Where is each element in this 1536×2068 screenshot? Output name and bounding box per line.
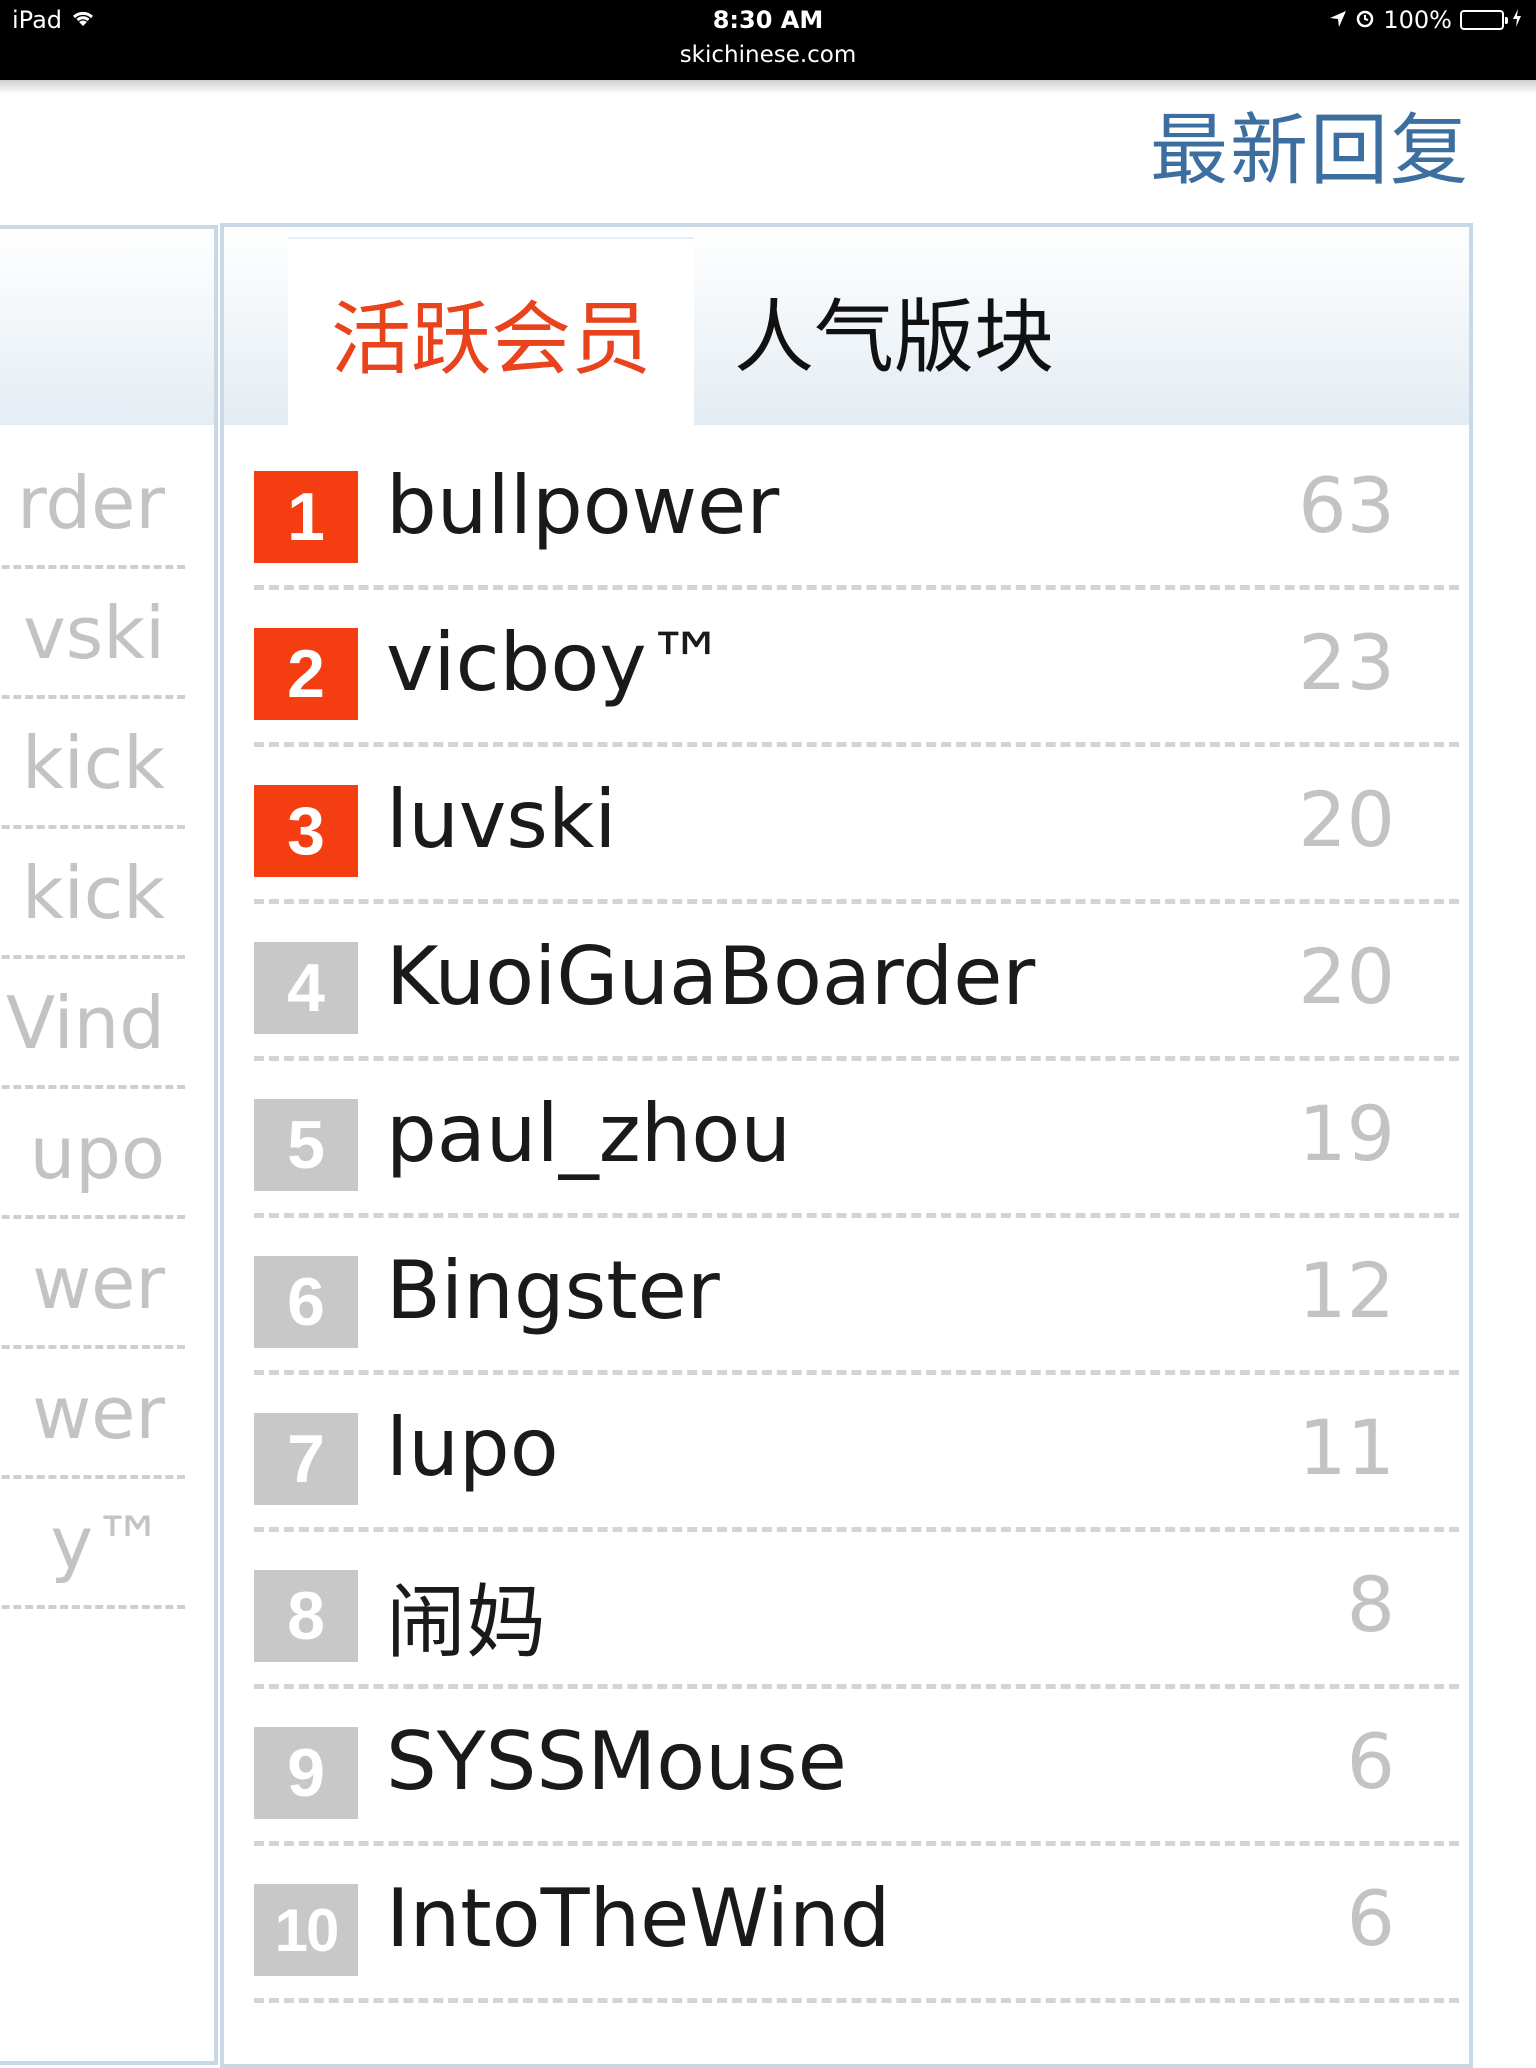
post-count: 19: [1298, 1089, 1395, 1178]
battery-icon: [1460, 10, 1508, 30]
charging-icon: [1512, 6, 1522, 34]
rank-badge: 3: [254, 785, 358, 877]
rank-badge: 10: [254, 1884, 358, 1976]
status-bar: iPad 8:30 AM skichinese.com 100%: [0, 0, 1536, 80]
member-name-link[interactable]: 闹妈: [386, 1558, 546, 1674]
rank-badge: 5: [254, 1099, 358, 1191]
alarm-icon: [1355, 6, 1375, 34]
post-count: 6: [1346, 1717, 1395, 1806]
ranking-row: 3 luvski 20: [254, 751, 1459, 904]
tab-bar: 活跃会员 人气版块: [224, 227, 1469, 427]
ranking-list: 1 bullpower 63 2 vicboy™ 23 3 luvski 20 4 KuoiGuaB…: [254, 437, 1459, 2007]
post-count: 20: [1298, 775, 1395, 864]
status-right: 100%: [1329, 6, 1522, 34]
left-panel-tabbar: [0, 229, 214, 425]
rank-badge: 4: [254, 942, 358, 1034]
rank-badge: 2: [254, 628, 358, 720]
page-content: 最新回复 rder vski kick kick Vind upo wer wer y™ 活跃会…: [0, 80, 1536, 2068]
ranking-row: 10 IntoTheWind 6: [254, 1850, 1459, 2003]
post-count: 12: [1298, 1246, 1395, 1335]
section-title[interactable]: 最新回复: [1150, 88, 1470, 200]
member-name-link[interactable]: Bingster: [386, 1244, 720, 1337]
member-name-link[interactable]: lupo: [386, 1401, 559, 1494]
left-list-item-label: y™: [50, 1501, 165, 1585]
post-count: 63: [1298, 461, 1395, 550]
post-count: 8: [1346, 1560, 1395, 1649]
tab-popular-forums[interactable]: 人气版块: [694, 237, 1094, 425]
rank-badge: 9: [254, 1727, 358, 1819]
member-ranking-panel: 活跃会员 人气版块 1 bullpower 63 2 vicboy™ 23 3 luvski 2…: [220, 223, 1473, 2068]
status-time: 8:30 AM: [712, 6, 824, 34]
rank-badge: 6: [254, 1256, 358, 1348]
member-name-link[interactable]: IntoTheWind: [386, 1872, 890, 1965]
member-name-link[interactable]: bullpower: [386, 459, 779, 552]
member-name-link[interactable]: vicboy™: [386, 616, 727, 709]
post-count: 11: [1298, 1403, 1395, 1492]
ranking-row: 9 SYSSMouse 6: [254, 1693, 1459, 1846]
ranking-row: 2 vicboy™ 23: [254, 594, 1459, 747]
member-name-link[interactable]: paul_zhou: [386, 1087, 791, 1180]
battery-percent: 100%: [1383, 6, 1452, 34]
member-name-link[interactable]: SYSSMouse: [386, 1715, 847, 1808]
dashed-divider: [0, 1605, 185, 1609]
rank-badge: 7: [254, 1413, 358, 1505]
ranking-row: 7 lupo 11: [254, 1379, 1459, 1532]
tab-active-members[interactable]: 活跃会员: [288, 237, 694, 427]
rank-badge: 1: [254, 471, 358, 563]
post-count: 23: [1298, 618, 1395, 707]
address-url[interactable]: skichinese.com: [0, 42, 1536, 68]
left-list-item[interactable]: y™: [0, 1439, 185, 1609]
member-name-link[interactable]: luvski: [386, 773, 617, 866]
post-count: 20: [1298, 932, 1395, 1021]
member-name-link[interactable]: KuoiGuaBoarder: [386, 930, 1035, 1023]
ranking-row: 5 paul_zhou 19: [254, 1065, 1459, 1218]
location-arrow-icon: [1329, 6, 1347, 34]
ranking-row: 4 KuoiGuaBoarder 20: [254, 908, 1459, 1061]
ranking-row: 6 Bingster 12: [254, 1222, 1459, 1375]
ranking-row: 1 bullpower 63: [254, 437, 1459, 590]
left-panel: rder vski kick kick Vind upo wer wer y™: [0, 225, 218, 2065]
ranking-row: 8 闹妈 8: [254, 1536, 1459, 1689]
rank-badge: 8: [254, 1570, 358, 1662]
post-count: 6: [1346, 1874, 1395, 1963]
